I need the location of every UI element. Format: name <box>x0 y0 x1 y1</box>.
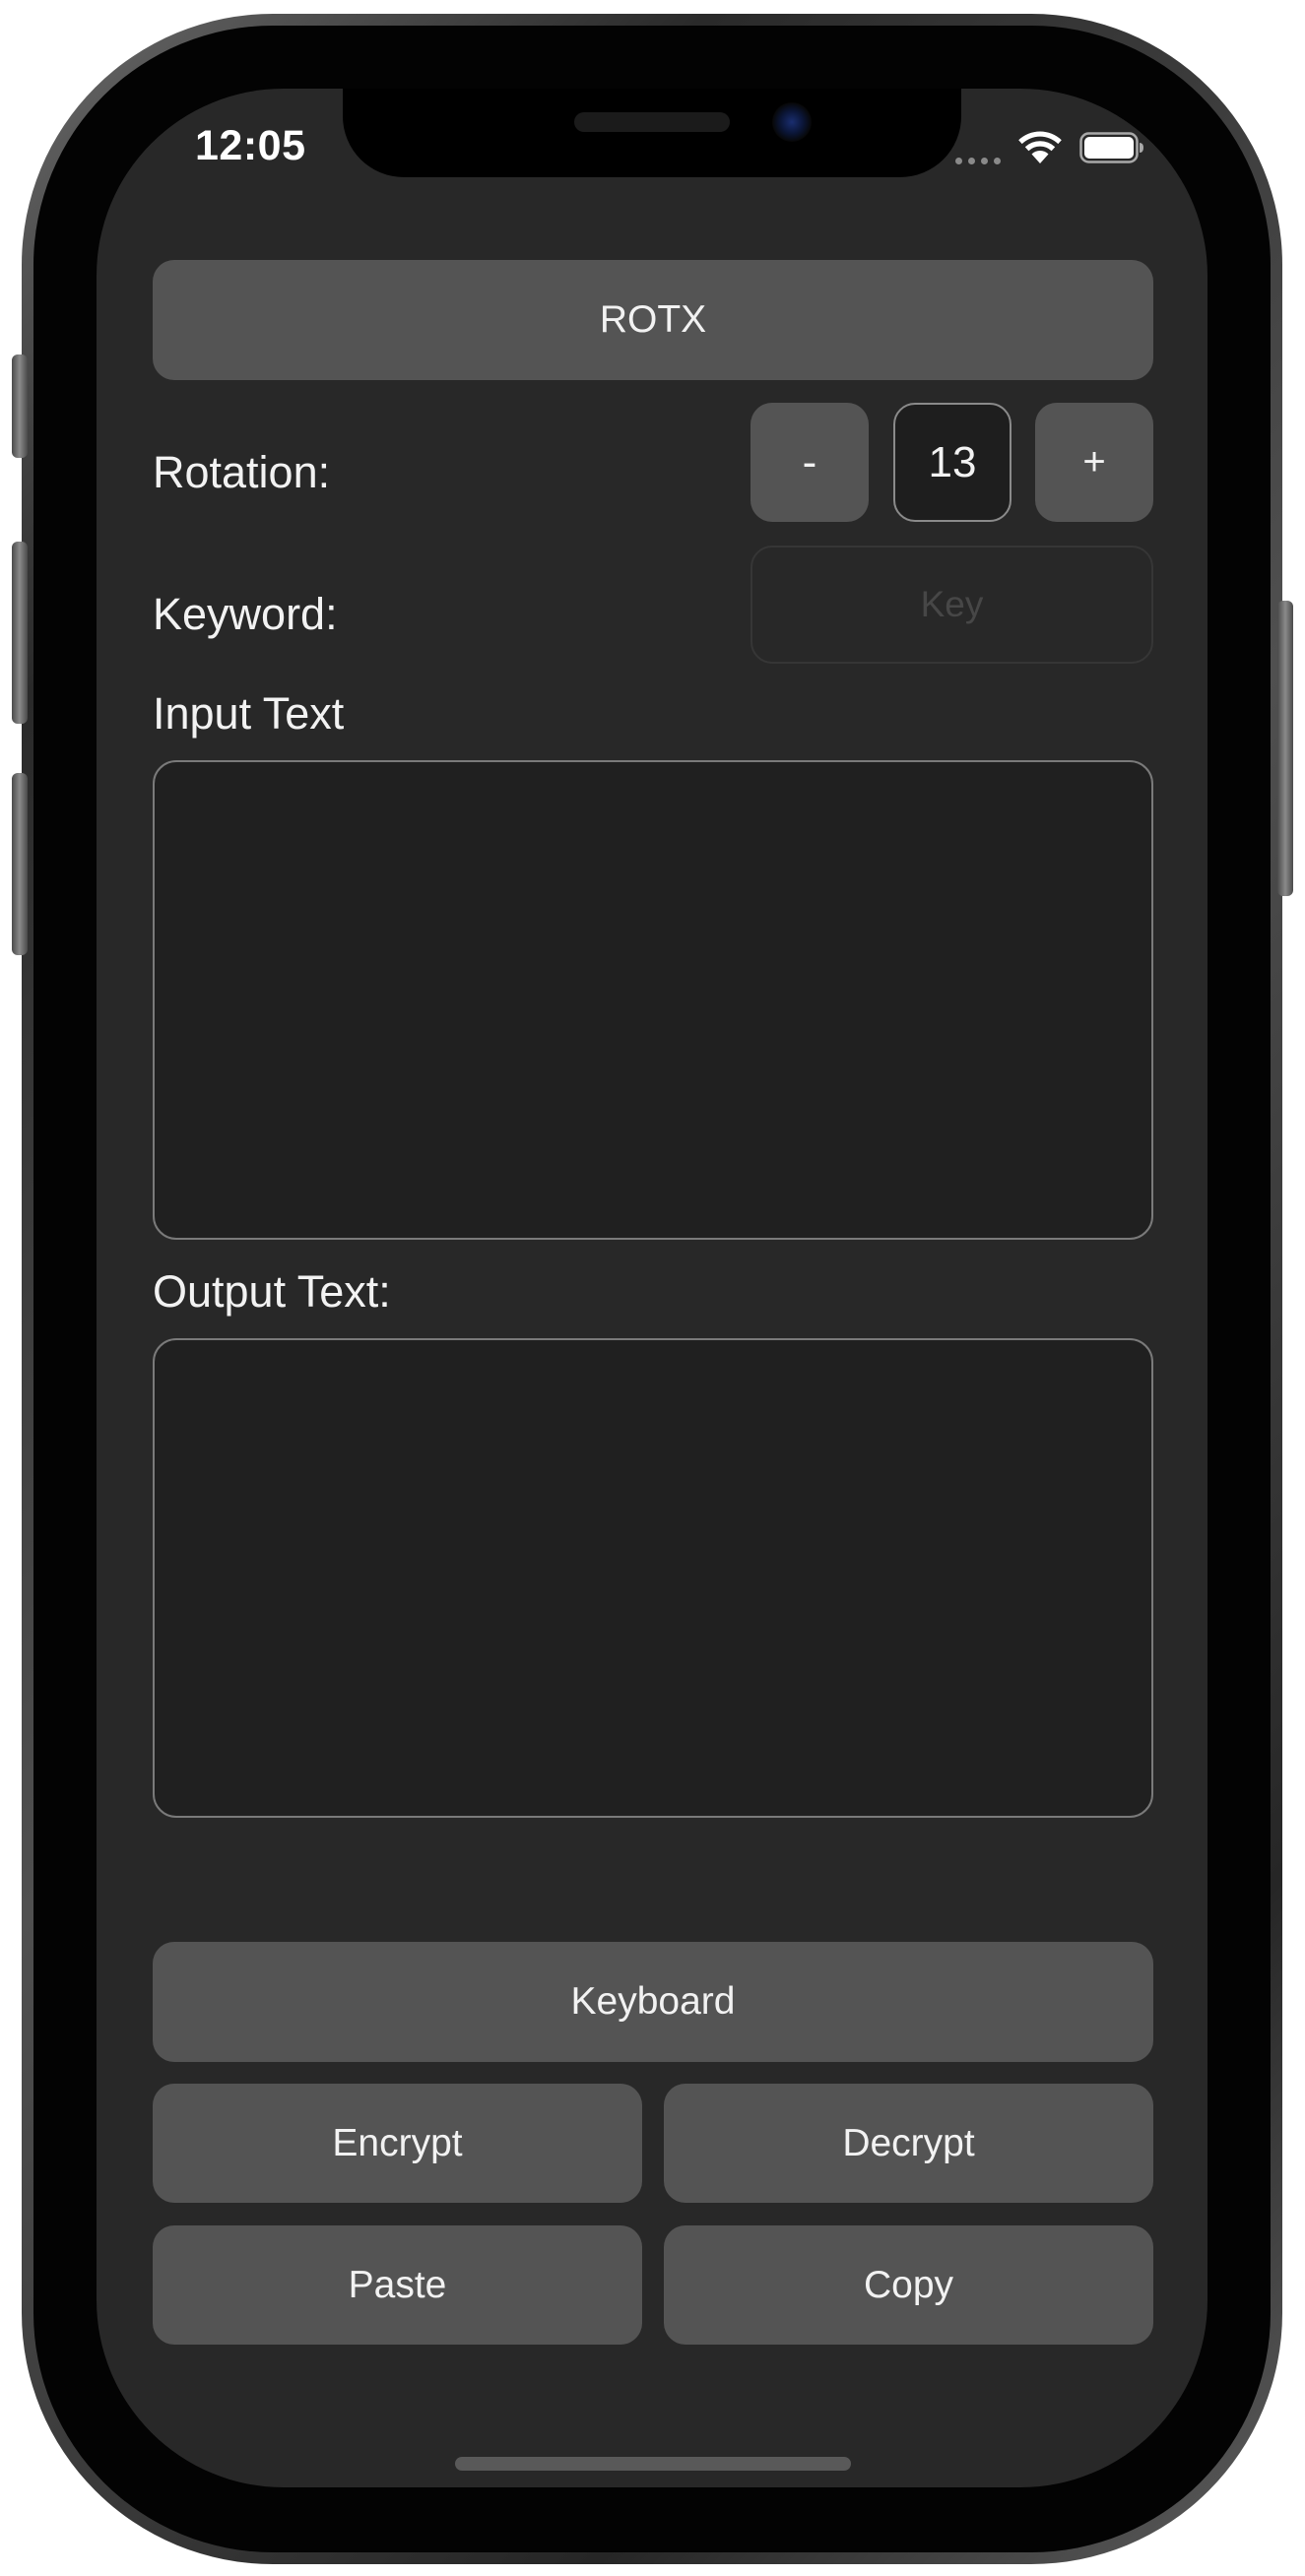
keyword-label: Keyword: <box>153 589 338 639</box>
rotation-decrement-button[interactable]: - <box>750 403 869 522</box>
volume-up-button <box>12 542 28 724</box>
input-text-label: Input Text <box>153 688 345 739</box>
wifi-icon <box>1018 131 1062 163</box>
power-button <box>1277 601 1293 896</box>
front-camera-icon <box>772 102 812 142</box>
notch <box>343 89 961 177</box>
decrypt-button[interactable]: Decrypt <box>664 2084 1153 2203</box>
cellular-signal-icon <box>955 158 1001 164</box>
rotation-value-field[interactable]: 13 <box>893 403 1011 522</box>
keyword-input[interactable] <box>750 546 1153 664</box>
rotation-increment-button[interactable]: + <box>1035 403 1153 522</box>
paste-button[interactable]: Paste <box>153 2225 642 2345</box>
silent-switch <box>12 354 28 458</box>
cipher-selector-button[interactable]: ROTX <box>153 260 1153 380</box>
home-indicator[interactable] <box>455 2457 851 2471</box>
status-time: 12:05 <box>195 122 306 169</box>
rotation-label: Rotation: <box>153 447 331 497</box>
copy-button[interactable]: Copy <box>664 2225 1153 2345</box>
battery-icon <box>1079 132 1143 163</box>
encrypt-button[interactable]: Encrypt <box>153 2084 642 2203</box>
output-text-label: Output Text: <box>153 1266 391 1317</box>
output-text-area[interactable] <box>153 1338 1153 1818</box>
screen: 12:05 ROTX Rotation: - 13 + Keyword: Inp… <box>97 89 1207 2487</box>
volume-down-button <box>12 773 28 955</box>
speaker-grille <box>574 112 730 132</box>
page: 12:05 ROTX Rotation: - 13 + Keyword: Inp… <box>0 0 1305 2576</box>
input-text-area[interactable] <box>153 760 1153 1240</box>
keyboard-button[interactable]: Keyboard <box>153 1942 1153 2062</box>
